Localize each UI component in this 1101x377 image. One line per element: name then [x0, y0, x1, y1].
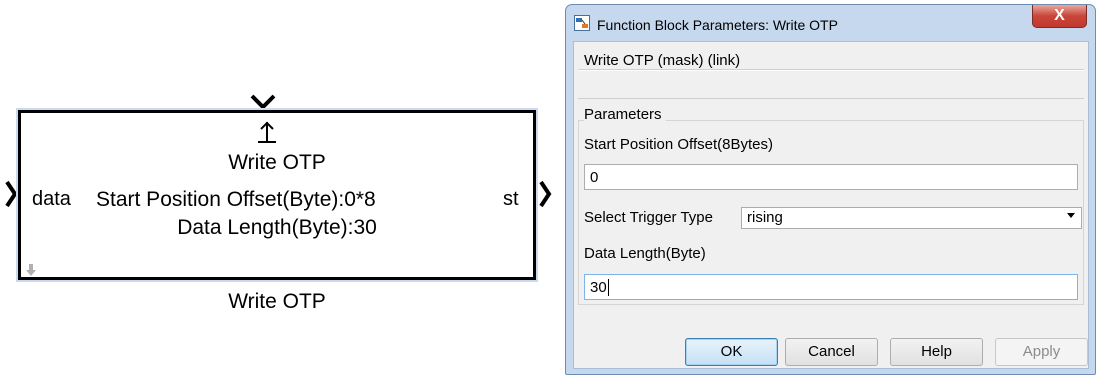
- separator: [578, 98, 1084, 99]
- trigger-type-value: rising: [747, 209, 783, 226]
- block-param-length: Data Length(Byte):30: [177, 216, 377, 239]
- block-param-offset: Start Position Offset(Byte):0*8: [96, 188, 376, 211]
- trigger-type-select[interactable]: rising: [741, 207, 1082, 229]
- text-caret: [607, 279, 609, 296]
- output-port-icon[interactable]: [538, 180, 552, 208]
- link-arrow-icon: [26, 264, 36, 276]
- ok-button[interactable]: OK: [685, 338, 778, 366]
- block-parameters-dialog: Function Block Parameters: Write OTP X W…: [565, 4, 1096, 375]
- parameters-group-label: Parameters: [584, 106, 666, 123]
- simulink-app-icon: [574, 15, 590, 31]
- dialog-title: Function Block Parameters: Write OTP: [597, 17, 838, 33]
- data-length-field[interactable]: 30: [584, 274, 1078, 300]
- block-name[interactable]: Write OTP: [18, 290, 536, 314]
- apply-button[interactable]: Apply: [995, 338, 1088, 366]
- close-button[interactable]: X: [1032, 5, 1087, 28]
- data-length-label: Data Length(Byte): [584, 245, 706, 262]
- data-length-value: 30: [590, 279, 607, 296]
- rising-edge-icon: [258, 121, 276, 143]
- separator: [578, 70, 1084, 71]
- trigger-port-icon[interactable]: [250, 94, 276, 110]
- input-port-icon[interactable]: [4, 180, 18, 208]
- cancel-button[interactable]: Cancel: [785, 338, 878, 366]
- start-offset-field[interactable]: 0: [584, 164, 1078, 190]
- chevron-down-icon: [1067, 213, 1075, 218]
- block-title: Write OTP: [228, 151, 326, 174]
- output-port-label: st: [503, 188, 519, 210]
- input-port-label: data: [32, 188, 71, 210]
- dialog-client-area: Write OTP (mask) (link) Parameters Start…: [573, 41, 1089, 369]
- dialog-titlebar[interactable]: Function Block Parameters: Write OTP X: [566, 5, 1095, 41]
- mask-description: Write OTP (mask) (link): [584, 52, 741, 69]
- start-offset-label: Start Position Offset(8Bytes): [584, 136, 773, 153]
- trigger-type-label: Select Trigger Type: [584, 209, 713, 226]
- help-button[interactable]: Help: [890, 338, 983, 366]
